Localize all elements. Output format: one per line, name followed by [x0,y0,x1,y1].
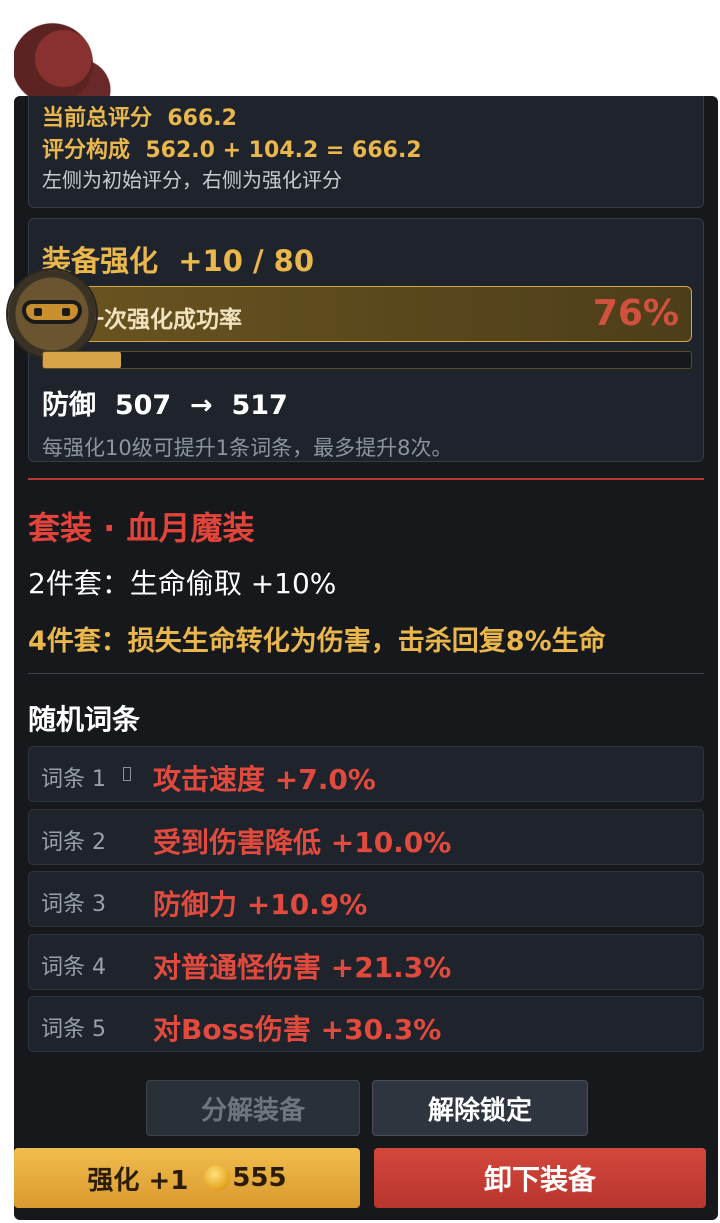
score-composition-row: 评分构成 562.0 + 104.2 = 666.2 [42,132,422,164]
decompose-button[interactable]: 分解装备 [146,1080,360,1136]
enhance-progress-bar [42,351,692,369]
goggles-icon [8,270,96,358]
total-score-label: 当前总评分 [42,106,153,131]
enhance-note: 每强化10级可提升1条词条，最多提升8次。 [42,436,453,460]
unequip-button[interactable]: 卸下装备 [374,1148,706,1208]
set-bonus-2: 2件套：生命偷取 +10% [28,567,337,600]
total-score-row: 当前总评分 666.2 [42,100,237,132]
affix-row[interactable]: 词条 3 防御力 +10.9% [28,871,704,927]
section-divider [28,673,704,674]
affix-value: 对普通怪伤害 +21.3% [153,951,452,984]
lock-icon [123,767,131,781]
affix-label: 词条 1 [41,767,106,792]
affix-value: 攻击速度 +7.0% [153,763,376,796]
affix-label: 词条 5 [41,1017,106,1042]
score-note: 左侧为初始评分，右侧为强化评分 [42,168,342,192]
affix-label: 词条 4 [41,955,106,980]
set-bonus-4: 4件套：损失生命转化为伤害，击杀回复8%生命 [28,626,606,657]
score-composition-value: 562.0 + 104.2 = 666.2 [145,138,422,163]
goggles-lens [22,300,82,324]
affixes-title: 随机词条 [28,703,141,736]
unlock-button[interactable]: 解除锁定 [372,1080,588,1136]
enhance-level: +10 / 80 [178,244,315,278]
enhance-stat-label: 防御 [42,390,96,421]
enhance-title-row: 装备强化 +10 / 80 [42,238,314,280]
affix-value: 防御力 +10.9% [153,888,368,921]
gold-coin-icon [204,1165,231,1191]
total-score-value: 666.2 [167,106,237,131]
enhance-stat-to: 517 [231,390,288,421]
enhance-cost: 555 [232,1163,287,1193]
equipment-detail-screen: 当前总评分 666.2 评分构成 562.0 + 104.2 = 666.2 左… [0,0,720,1223]
affix-row[interactable]: 词条 2 受到伤害降低 +10.0% [28,809,704,865]
affix-row[interactable]: 词条 5 对Boss伤害 +30.3% [28,996,704,1052]
enhance-button[interactable]: 强化 +1 555 [14,1148,360,1208]
affix-value: 对Boss伤害 +30.3% [153,1013,442,1046]
enhance-stat-arrow: → [190,390,213,421]
affix-value: 受到伤害降低 +10.0% [153,826,452,859]
enhance-stat-row: 防御 507 → 517 [42,383,288,422]
enhance-button-label: 强化 +1 [87,1165,189,1196]
success-rate-label: 一次强化成功率 [81,307,242,333]
score-composition-label: 评分构成 [42,138,131,163]
affix-row[interactable]: 词条 4 对普通怪伤害 +21.3% [28,934,704,990]
enhance-progress-fill [43,352,121,368]
set-title: 套装 · 血月魔装 [28,509,255,547]
enhance-stat-from: 507 [114,390,172,421]
success-rate-bar: 一次强化成功率 76% [42,286,692,342]
affix-label: 词条 3 [41,892,106,917]
affix-row[interactable]: 词条 1 攻击速度 +7.0% [28,746,704,802]
affix-label: 词条 2 [41,830,106,855]
success-rate-value: 76% [592,293,679,334]
section-divider [28,478,704,480]
